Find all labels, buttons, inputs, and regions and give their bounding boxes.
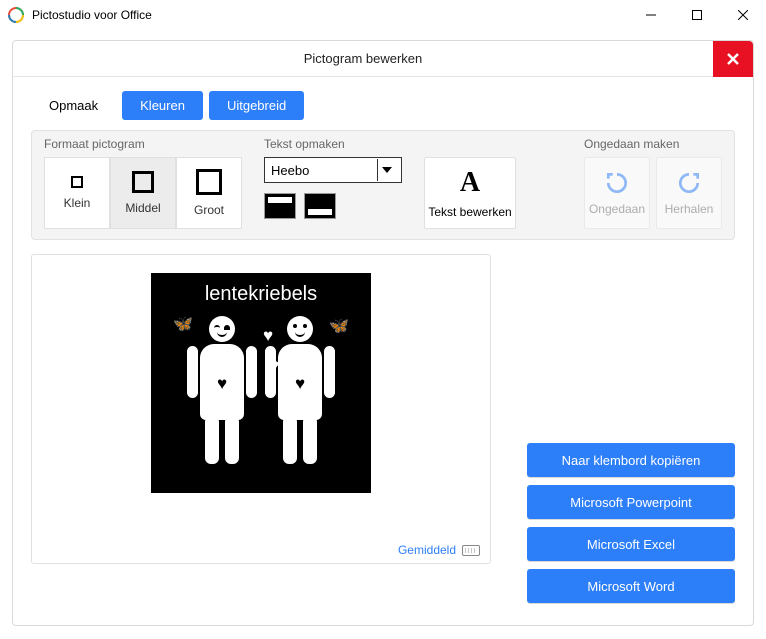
dialog-title: Pictogram bewerken: [13, 51, 713, 66]
dialog-close-button[interactable]: [713, 41, 753, 77]
pictogram-image: 🦋 🦋 ♥ ♥ ♥ ♥ ♥: [159, 310, 363, 483]
copy-clipboard-button[interactable]: Naar klembord kopiëren: [527, 443, 735, 477]
letter-a-icon: A: [460, 167, 480, 199]
text-format-group: Tekst opmaken Heebo: [264, 137, 402, 229]
pictogram-caption: lentekriebels: [205, 283, 317, 306]
export-buttons: Naar klembord kopiëren Microsoft Powerpo…: [527, 443, 735, 603]
size-large-button[interactable]: Groot: [176, 157, 242, 229]
window-title: Pictostudio voor Office: [32, 8, 628, 22]
chevron-down-icon: [377, 159, 395, 181]
tab-opmaak[interactable]: Opmaak: [31, 91, 116, 120]
butterfly-icon: 🦋: [329, 316, 349, 336]
close-window-button[interactable]: [720, 0, 766, 30]
font-select-value: Heebo: [271, 163, 309, 178]
font-select[interactable]: Heebo: [264, 157, 402, 183]
export-word-button[interactable]: Microsoft Word: [527, 569, 735, 603]
caption-position-top-button[interactable]: [264, 193, 296, 219]
pictogram-preview: lentekriebels 🦋 🦋 ♥ ♥ ♥ ♥: [31, 254, 491, 564]
format-toolbar: Formaat pictogram Klein Middel Groot Tek…: [31, 130, 735, 240]
tab-uitgebreid[interactable]: Uitgebreid: [209, 91, 304, 120]
export-excel-button[interactable]: Microsoft Excel: [527, 527, 735, 561]
undo-group-label: Ongedaan maken: [584, 137, 722, 151]
person-figure: ♥: [271, 316, 329, 464]
edit-text-button[interactable]: A Tekst bewerken: [424, 157, 516, 229]
redo-button[interactable]: Herhalen: [656, 157, 722, 229]
undo-button[interactable]: Ongedaan: [584, 157, 650, 229]
maximize-button[interactable]: [674, 0, 720, 30]
redo-icon: [676, 170, 702, 196]
difficulty-label: Gemiddeld: [398, 543, 456, 557]
size-small-button[interactable]: Klein: [44, 157, 110, 229]
tab-kleuren[interactable]: Kleuren: [122, 91, 203, 120]
undo-icon: [604, 170, 630, 196]
keyboard-icon: [462, 545, 480, 556]
tab-bar: Opmaak Kleuren Uitgebreid: [13, 77, 753, 120]
square-medium-icon: [132, 171, 154, 193]
caption-position-bottom-button[interactable]: [304, 193, 336, 219]
app-logo-icon: [8, 7, 24, 23]
square-large-icon: [196, 169, 222, 195]
square-small-icon: [71, 176, 83, 188]
difficulty-indicator[interactable]: Gemiddeld: [398, 543, 480, 557]
text-format-label: Tekst opmaken: [264, 137, 402, 151]
butterfly-icon: 🦋: [173, 314, 193, 334]
undo-group: Ongedaan maken Ongedaan Herhalen: [584, 137, 722, 229]
size-group-label: Formaat pictogram: [44, 137, 242, 151]
export-powerpoint-button[interactable]: Microsoft Powerpoint: [527, 485, 735, 519]
dialog-panel: Pictogram bewerken Opmaak Kleuren Uitgeb…: [12, 40, 754, 626]
minimize-button[interactable]: [628, 0, 674, 30]
size-group: Formaat pictogram Klein Middel Groot: [44, 137, 242, 229]
edit-text-group: A Tekst bewerken: [424, 137, 516, 229]
size-medium-button[interactable]: Middel: [110, 157, 176, 229]
window-titlebar: Pictostudio voor Office: [0, 0, 766, 30]
pictogram: lentekriebels 🦋 🦋 ♥ ♥ ♥ ♥: [151, 273, 371, 493]
person-figure: ♥: [193, 316, 251, 464]
